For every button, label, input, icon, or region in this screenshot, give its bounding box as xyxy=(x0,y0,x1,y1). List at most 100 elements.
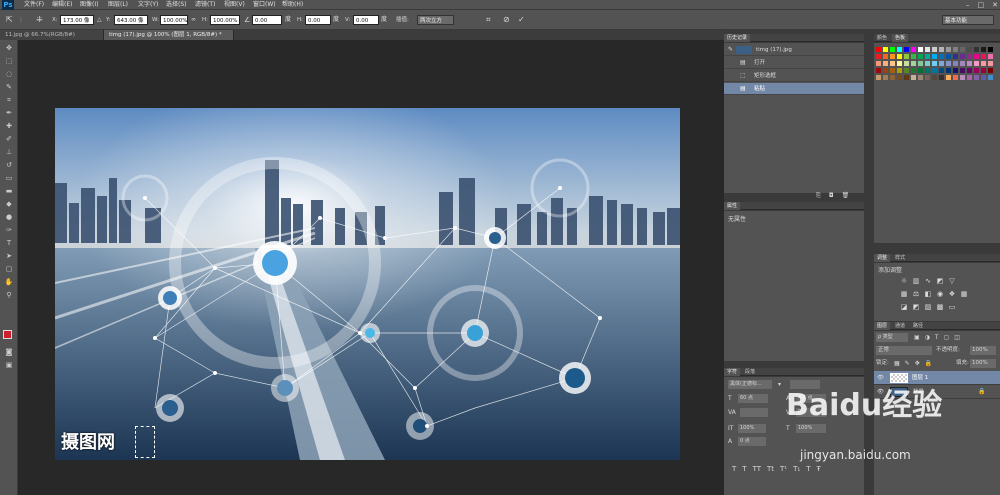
color-swatch[interactable] xyxy=(953,47,958,52)
color-swatch[interactable] xyxy=(988,47,993,52)
move-tool-icon[interactable]: ⇱ xyxy=(6,15,13,25)
color-swatch[interactable] xyxy=(974,47,979,52)
all-caps-icon[interactable]: TT xyxy=(753,465,761,473)
color-swatch[interactable] xyxy=(897,68,902,73)
color-swatch[interactable] xyxy=(911,47,916,52)
type-tool-icon[interactable]: T xyxy=(3,239,15,248)
dodge-tool-icon[interactable]: ● xyxy=(3,213,15,222)
color-swatch[interactable] xyxy=(883,68,888,73)
filter-smart-icon[interactable]: ◫ xyxy=(954,333,960,342)
color-swatch[interactable] xyxy=(939,54,944,59)
color-swatch[interactable] xyxy=(988,68,993,73)
color-swatch[interactable] xyxy=(925,75,930,80)
menu-help[interactable]: 帮助(H) xyxy=(282,0,303,10)
eyedropper-icon[interactable]: ✒ xyxy=(3,109,15,118)
menu-type[interactable]: 文字(Y) xyxy=(138,0,158,10)
color-swatch[interactable] xyxy=(911,54,916,59)
color-swatch[interactable] xyxy=(918,61,923,66)
color-swatch[interactable] xyxy=(883,75,888,80)
levels-icon[interactable]: ▥ xyxy=(912,277,920,285)
faux-italic-icon[interactable]: T xyxy=(742,465,746,473)
color-swatch[interactable] xyxy=(918,75,923,80)
color-swatch[interactable] xyxy=(974,54,979,59)
color-swatch[interactable] xyxy=(946,47,951,52)
gradient-tool-icon[interactable]: ▬ xyxy=(3,187,15,196)
color-swatch[interactable] xyxy=(918,68,923,73)
color-swatch[interactable] xyxy=(960,75,965,80)
menu-layer[interactable]: 图层(L) xyxy=(108,0,128,10)
color-swatch[interactable] xyxy=(953,68,958,73)
baseline-field[interactable]: 0 点 xyxy=(738,437,766,446)
color-swatch[interactable] xyxy=(876,61,881,66)
color-swatch[interactable] xyxy=(981,61,986,66)
color-swatch[interactable] xyxy=(918,54,923,59)
invert-icon[interactable]: ◪ xyxy=(900,303,908,311)
color-swatch[interactable] xyxy=(939,47,944,52)
color-swatch[interactable] xyxy=(876,68,881,73)
color-swatch[interactable] xyxy=(876,47,881,52)
color-swatch[interactable] xyxy=(974,68,979,73)
workspace-select[interactable]: 基本功能 xyxy=(942,15,994,25)
color-swatch[interactable] xyxy=(925,68,930,73)
color-swatch[interactable] xyxy=(925,47,930,52)
color-swatch[interactable] xyxy=(890,68,895,73)
color-swatch[interactable] xyxy=(932,47,937,52)
fill-field[interactable]: 100% xyxy=(970,359,996,368)
menu-edit[interactable]: 编辑(E) xyxy=(52,0,72,10)
warp-icon[interactable]: ⌗ xyxy=(486,15,491,25)
color-swatch[interactable] xyxy=(988,75,993,80)
width-field[interactable]: 100.00% xyxy=(160,15,188,25)
color-swatch[interactable] xyxy=(897,61,902,66)
color-swatch[interactable] xyxy=(925,61,930,66)
blend-mode-select[interactable]: 正常 xyxy=(876,346,932,355)
color-swatch[interactable] xyxy=(960,68,965,73)
color-swatch[interactable] xyxy=(932,54,937,59)
color-swatch[interactable] xyxy=(974,61,979,66)
tab-styles[interactable]: 样式 xyxy=(892,254,908,262)
document-canvas[interactable]: 摄图网 xyxy=(55,108,680,460)
color-swatch[interactable] xyxy=(939,75,944,80)
x-field[interactable]: 173.00 像 xyxy=(60,15,94,25)
quick-mask-icon[interactable]: ◙ xyxy=(3,348,15,357)
color-swatch[interactable] xyxy=(946,75,951,80)
color-swatch[interactable] xyxy=(946,54,951,59)
faux-bold-icon[interactable]: T xyxy=(732,465,736,473)
menu-filter[interactable]: 滤镜(T) xyxy=(195,0,215,10)
foreground-color-swatch[interactable] xyxy=(3,330,12,339)
relative-position-icon[interactable]: △ xyxy=(97,15,102,25)
color-balance-icon[interactable]: ⚖ xyxy=(912,290,920,298)
move-tool-icon[interactable]: ✥ xyxy=(3,44,15,53)
color-swatch[interactable] xyxy=(946,68,951,73)
color-swatch[interactable] xyxy=(946,61,951,66)
tab-adjustments[interactable]: 调整 xyxy=(874,254,891,262)
tab-layers[interactable]: 图层 xyxy=(874,322,891,330)
color-swatch[interactable] xyxy=(967,61,972,66)
hand-tool-icon[interactable]: ✋ xyxy=(3,278,15,287)
reference-point-icon[interactable]: ⁜ xyxy=(36,15,43,25)
cancel-transform-icon[interactable]: ⊘ xyxy=(503,15,510,25)
color-swatch[interactable] xyxy=(918,47,923,52)
tab-paths[interactable]: 路径 xyxy=(910,322,926,330)
filter-type-icon[interactable]: T xyxy=(935,333,939,342)
lock-image-icon[interactable]: ✎ xyxy=(905,359,910,368)
color-swatch[interactable] xyxy=(925,54,930,59)
screen-mode-icon[interactable]: ▣ xyxy=(3,361,15,370)
shape-tool-icon[interactable]: ▢ xyxy=(3,265,15,274)
tab-character[interactable]: 字符 xyxy=(724,368,741,376)
history-item-selected[interactable]: ▤ 粘贴 xyxy=(724,83,864,95)
color-swatch[interactable] xyxy=(876,75,881,80)
tab-document-2[interactable]: timg (17).jpg @ 100% (图层 1, RGB/8#) * xyxy=(104,30,234,40)
color-swatch[interactable] xyxy=(890,47,895,52)
brush-tool-icon[interactable]: ✐ xyxy=(3,135,15,144)
color-swatch[interactable] xyxy=(883,54,888,59)
history-item[interactable]: ▤ 打开 xyxy=(724,57,864,69)
color-swatch[interactable] xyxy=(904,47,909,52)
tab-color[interactable]: 颜色 xyxy=(874,34,890,42)
tab-history[interactable]: 历史记录 xyxy=(724,34,751,42)
path-select-icon[interactable]: ➤ xyxy=(3,252,15,261)
color-swatch[interactable] xyxy=(967,68,972,73)
color-swatch[interactable] xyxy=(953,61,958,66)
tab-paragraph[interactable]: 段落 xyxy=(742,368,758,376)
color-swatch[interactable] xyxy=(883,47,888,52)
color-swatch[interactable] xyxy=(890,75,895,80)
